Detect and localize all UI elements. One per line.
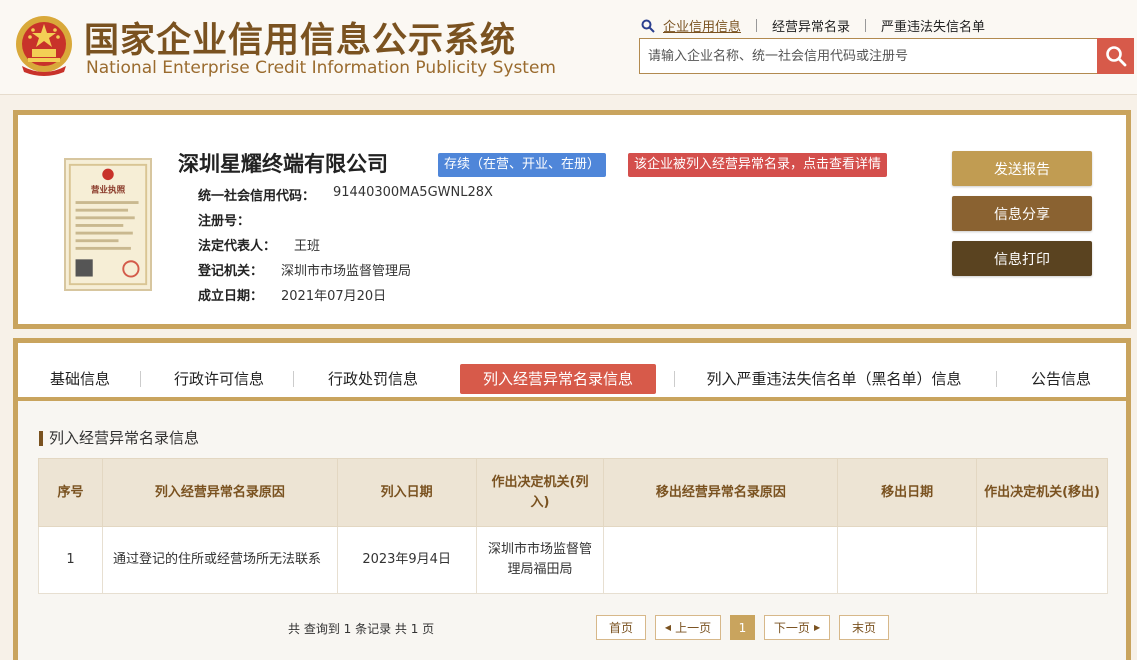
field-credit-code: 统一社会信用代码： 91440300MA5GWNL28X (198, 185, 493, 204)
company-name: 深圳星耀终端有限公司 (178, 152, 388, 176)
table-cell: 2023年9月4日 (336, 526, 477, 594)
field-reg-number: 注册号： (198, 210, 268, 229)
current-page-button[interactable]: 1 (730, 615, 755, 640)
tab-basic-info[interactable]: 基础信息 (42, 364, 118, 394)
tab-divider (293, 371, 294, 387)
search-bar (639, 38, 1134, 74)
column-header: 序号 (38, 458, 103, 527)
link-credit-info[interactable]: 企业信用信息 (663, 16, 741, 35)
tab-admin-license[interactable]: 行政许可信息 (166, 364, 272, 394)
table-cell (837, 526, 978, 594)
field-value: 91440300MA5GWNL28X (333, 185, 493, 200)
send-report-button[interactable]: 发送报告 (952, 151, 1092, 186)
field-reg-authority: 登记机关： 深圳市市场监督管理局 (198, 260, 411, 279)
field-label: 成立日期： (198, 289, 264, 304)
records-panel: 基础信息 行政许可信息 行政处罚信息 列入经营异常名录信息 列入严重违法失信名单… (13, 338, 1131, 660)
top-links: 企业信用信息 经营异常名录 严重违法失信名单 (641, 16, 985, 35)
chevron-right-icon: ▶ (813, 623, 821, 632)
table-row: 1 通过登记的住所或经营场所无法联系 2023年9月4日 深圳市市场监督管理局福… (38, 526, 1108, 594)
prev-page-label: 上一页 (675, 621, 712, 635)
national-emblem-icon (16, 16, 72, 76)
pagination: 首页 ◀ 上一页 1 下一页 ▶ 末页 (596, 615, 889, 640)
record-summary: 共 查询到 1 条记录 共 1 页 (288, 622, 435, 636)
field-value: 深圳市市场监督管理局 (281, 264, 412, 279)
search-input[interactable] (639, 38, 1097, 74)
column-header: 移出日期 (837, 458, 978, 527)
last-page-button[interactable]: 末页 (839, 615, 889, 640)
column-header: 作出决定机关(移出) (976, 458, 1108, 527)
link-divider (865, 19, 867, 32)
share-info-button[interactable]: 信息分享 (952, 196, 1092, 231)
table-cell: 1 (38, 526, 103, 594)
search-icon (641, 19, 655, 33)
tab-divider (140, 371, 141, 387)
field-label: 注册号： (198, 214, 251, 229)
table-cell: 通过登记的住所或经营场所无法联系 (101, 526, 338, 594)
tab-admin-penalty[interactable]: 行政处罚信息 (320, 364, 426, 394)
table-cell: 深圳市市场监督管理局福田局 (475, 526, 605, 594)
field-label: 登记机关： (198, 264, 264, 279)
business-license-image: 营业执照 (64, 158, 152, 291)
company-panel: 营业执照 深圳星耀终端有限公司 存续（在营、开业、在册） 该企业被列入经营异常名… (13, 110, 1131, 329)
field-label: 法定代表人： (198, 239, 277, 254)
link-divider (756, 19, 758, 32)
table-header-row: 序号 列入经营异常名录原因 列入日期 作出决定机关(列入) 移出经营异常名录原因… (38, 458, 1108, 527)
tab-abnormal-list[interactable]: 列入经营异常名录信息 (460, 364, 656, 394)
tab-bar: 基础信息 行政许可信息 行政处罚信息 列入经营异常名录信息 列入严重违法失信名单… (18, 343, 1126, 401)
field-label: 统一社会信用代码： (198, 189, 316, 204)
abnormal-records-table: 序号 列入经营异常名录原因 列入日期 作出决定机关(列入) 移出经营异常名录原因… (38, 458, 1108, 594)
field-value: 王班 (294, 239, 321, 254)
field-founded: 成立日期： 2021年07月20日 (198, 285, 386, 304)
site-title: 国家企业信用信息公示系统 (84, 21, 517, 61)
column-header: 列入经营异常名录原因 (101, 458, 338, 527)
site-header: 国家企业信用信息公示系统 National Enterprise Credit … (0, 0, 1137, 95)
column-header: 作出决定机关(列入) (475, 458, 605, 527)
table-cell (603, 526, 839, 594)
abnormal-badge[interactable]: 该企业被列入经营异常名录，点击查看详情 (628, 153, 888, 177)
first-page-button[interactable]: 首页 (596, 615, 646, 640)
print-info-button[interactable]: 信息打印 (952, 241, 1092, 276)
table-cell (976, 526, 1108, 594)
link-blacklist[interactable]: 严重违法失信名单 (881, 16, 985, 35)
section-title: 列入经营异常名录信息 (39, 431, 199, 446)
search-icon (1105, 46, 1126, 67)
field-legal-rep: 法定代表人： 王班 (198, 235, 320, 254)
column-header: 移出经营异常名录原因 (603, 458, 839, 527)
next-page-button[interactable]: 下一页 ▶ (764, 615, 830, 640)
link-abnormal-list[interactable]: 经营异常名录 (772, 16, 850, 35)
site-subtitle: National Enterprise Credit Information P… (86, 58, 556, 78)
license-title: 营业执照 (91, 184, 126, 196)
chevron-left-icon: ◀ (664, 623, 672, 632)
tab-divider (996, 371, 997, 387)
column-header: 列入日期 (336, 458, 477, 527)
tab-divider (674, 371, 675, 387)
field-value: 2021年07月20日 (281, 289, 387, 304)
tab-blacklist[interactable]: 列入严重违法失信名单（黑名单）信息 (694, 364, 974, 394)
search-button[interactable] (1097, 38, 1134, 74)
status-badge: 存续（在营、开业、在册） (438, 153, 607, 177)
prev-page-button[interactable]: ◀ 上一页 (655, 615, 721, 640)
next-page-label: 下一页 (773, 621, 810, 635)
tab-announcements[interactable]: 公告信息 (1024, 364, 1098, 394)
